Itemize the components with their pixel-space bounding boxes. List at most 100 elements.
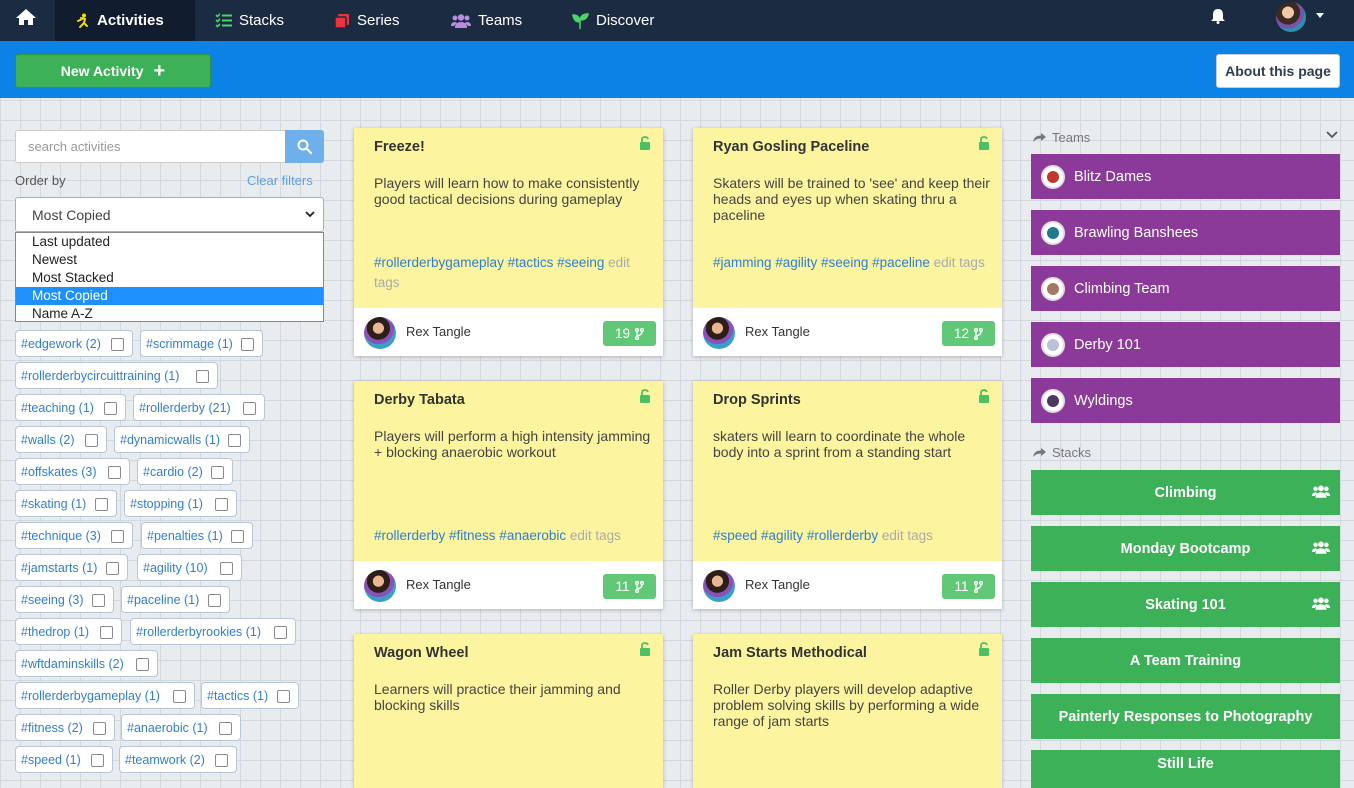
tag-checkbox[interactable] (111, 530, 124, 543)
collapse-chevron-icon[interactable] (1326, 131, 1338, 139)
home-link[interactable] (0, 0, 52, 33)
tag-checkbox[interactable] (215, 498, 228, 511)
tag-checkbox[interactable] (85, 434, 98, 447)
tag-filter[interactable]: #scrimmage (1) (140, 330, 263, 357)
search-input[interactable]: search activities (15, 130, 285, 163)
tag-checkbox[interactable] (106, 562, 119, 575)
card-title[interactable]: Wagon Wheel (374, 645, 469, 661)
tag-checkbox[interactable] (108, 466, 121, 479)
tag-checkbox[interactable] (91, 754, 104, 767)
author-avatar[interactable] (703, 570, 735, 602)
tag-checkbox[interactable] (100, 626, 113, 639)
tag-filter[interactable]: #seeing (3) (15, 586, 114, 613)
activity-card[interactable]: Derby Tabata Players will perform a high… (354, 381, 663, 609)
tag-filter[interactable]: #wftdaminskills (2) (15, 650, 158, 677)
tag-filter[interactable]: #thedrop (1) (15, 618, 122, 645)
tag-filter[interactable]: #tactics (1) (201, 682, 299, 709)
tag-checkbox[interactable] (208, 594, 221, 607)
tag-checkbox[interactable] (95, 498, 108, 511)
tag-filter[interactable]: #cardio (2) (137, 458, 233, 485)
nav-discover[interactable]: Discover (572, 0, 654, 41)
search-button[interactable] (285, 130, 324, 163)
tag-checkbox[interactable] (220, 562, 233, 575)
tag-checkbox[interactable] (196, 370, 209, 383)
tag-checkbox[interactable] (136, 658, 149, 671)
tag-filter[interactable]: #agility (10) (137, 554, 242, 581)
card-title[interactable]: Drop Sprints (713, 392, 801, 408)
activity-card[interactable]: Freeze! Players will learn how to make c… (354, 128, 663, 356)
nav-activities[interactable]: Activities (55, 0, 195, 41)
card-title[interactable]: Ryan Gosling Paceline (713, 139, 869, 155)
author-name[interactable]: Rex Tangle (745, 577, 810, 592)
tag-checkbox[interactable] (241, 338, 254, 351)
tag-checkbox[interactable] (173, 690, 186, 703)
team-item[interactable]: Derby 101 (1031, 322, 1340, 367)
tag-filter[interactable]: #teaching (1) (15, 394, 126, 421)
tag-filter[interactable]: #offskates (3) (15, 458, 130, 485)
tag-checkbox[interactable] (93, 722, 106, 735)
nav-stacks[interactable]: Stacks (215, 0, 284, 41)
tag-checkbox[interactable] (277, 690, 290, 703)
stack-item[interactable]: Skating 101 (1031, 582, 1340, 627)
order-option[interactable]: Newest (16, 251, 323, 269)
nav-series[interactable]: Series (334, 0, 400, 41)
copy-count-button[interactable]: 11 (603, 574, 656, 599)
card-tag-links[interactable]: #rollerderbygameplay #tactics #seeing (374, 255, 604, 270)
tag-filter[interactable]: #skating (1) (15, 490, 117, 517)
card-tag-links[interactable]: #speed #agility #rollerderby (713, 528, 878, 543)
stack-item[interactable]: Painterly Responses to Photography (1031, 694, 1340, 739)
tag-checkbox[interactable] (274, 626, 287, 639)
order-by-select[interactable]: Most Copied (15, 197, 324, 232)
tag-checkbox[interactable] (104, 402, 117, 415)
copy-count-button[interactable]: 12 (942, 321, 995, 346)
tag-checkbox[interactable] (111, 338, 124, 351)
team-item[interactable]: Climbing Team (1031, 266, 1340, 311)
stack-item[interactable]: Still Life (1031, 750, 1340, 788)
tag-filter[interactable]: #walls (2) (15, 426, 107, 453)
tag-filter[interactable]: #rollerderbyrookies (1) (130, 618, 296, 645)
tag-filter[interactable]: #stopping (1) (124, 490, 237, 517)
stack-item[interactable]: A Team Training (1031, 638, 1340, 683)
team-item[interactable]: Blitz Dames (1031, 154, 1340, 199)
tag-filter[interactable]: #speed (1) (15, 746, 113, 773)
tag-filter[interactable]: #rollerderby (21) (133, 394, 265, 421)
tag-checkbox[interactable] (92, 594, 105, 607)
tag-filter[interactable]: #edgework (2) (15, 330, 133, 357)
order-option[interactable]: Most Stacked (16, 269, 323, 287)
team-item[interactable]: Wyldings (1031, 378, 1340, 423)
tag-filter[interactable]: #fitness (2) (15, 714, 115, 741)
team-item[interactable]: Brawling Banshees (1031, 210, 1340, 255)
card-tag-links[interactable]: #rollerderby #fitness #anaerobic (374, 528, 566, 543)
tag-checkbox[interactable] (219, 722, 232, 735)
user-avatar[interactable] (1276, 2, 1306, 32)
edit-tags-link[interactable]: edit tags (934, 255, 985, 270)
tag-filter[interactable]: #teamwork (2) (119, 746, 237, 773)
tag-filter[interactable]: #jamstarts (1) (15, 554, 128, 581)
author-avatar[interactable] (703, 317, 735, 349)
author-avatar[interactable] (364, 570, 396, 602)
stack-item[interactable]: Climbing (1031, 470, 1340, 515)
card-title[interactable]: Freeze! (374, 139, 425, 155)
activity-card[interactable]: Wagon Wheel Learners will practice their… (354, 634, 663, 788)
activity-card[interactable]: Jam Starts Methodical Roller Derby playe… (693, 634, 1002, 788)
card-title[interactable]: Derby Tabata (374, 392, 465, 408)
notifications-button[interactable] (1210, 8, 1226, 29)
order-option[interactable]: Last updated (16, 233, 323, 251)
tag-filter[interactable]: #rollerderbycircuittraining (1) (15, 362, 218, 389)
about-page-button[interactable]: About this page (1216, 54, 1340, 88)
clear-filters-link[interactable]: Clear filters (247, 173, 313, 188)
order-option[interactable]: Name A-Z (16, 305, 323, 323)
card-title[interactable]: Jam Starts Methodical (713, 645, 867, 661)
edit-tags-link[interactable]: edit tags (570, 528, 621, 543)
author-name[interactable]: Rex Tangle (745, 324, 810, 339)
author-name[interactable]: Rex Tangle (406, 324, 471, 339)
author-avatar[interactable] (364, 317, 396, 349)
tag-filter[interactable]: #dynamicwalls (1) (114, 426, 250, 453)
tag-filter[interactable]: #anaerobic (1) (121, 714, 241, 741)
copy-count-button[interactable]: 19 (603, 321, 656, 346)
tag-filter[interactable]: #rollerderbygameplay (1) (15, 682, 195, 709)
copy-count-button[interactable]: 11 (942, 574, 995, 599)
new-activity-button[interactable]: New Activity + (15, 54, 211, 88)
tag-checkbox[interactable] (215, 754, 228, 767)
tag-checkbox[interactable] (228, 434, 241, 447)
